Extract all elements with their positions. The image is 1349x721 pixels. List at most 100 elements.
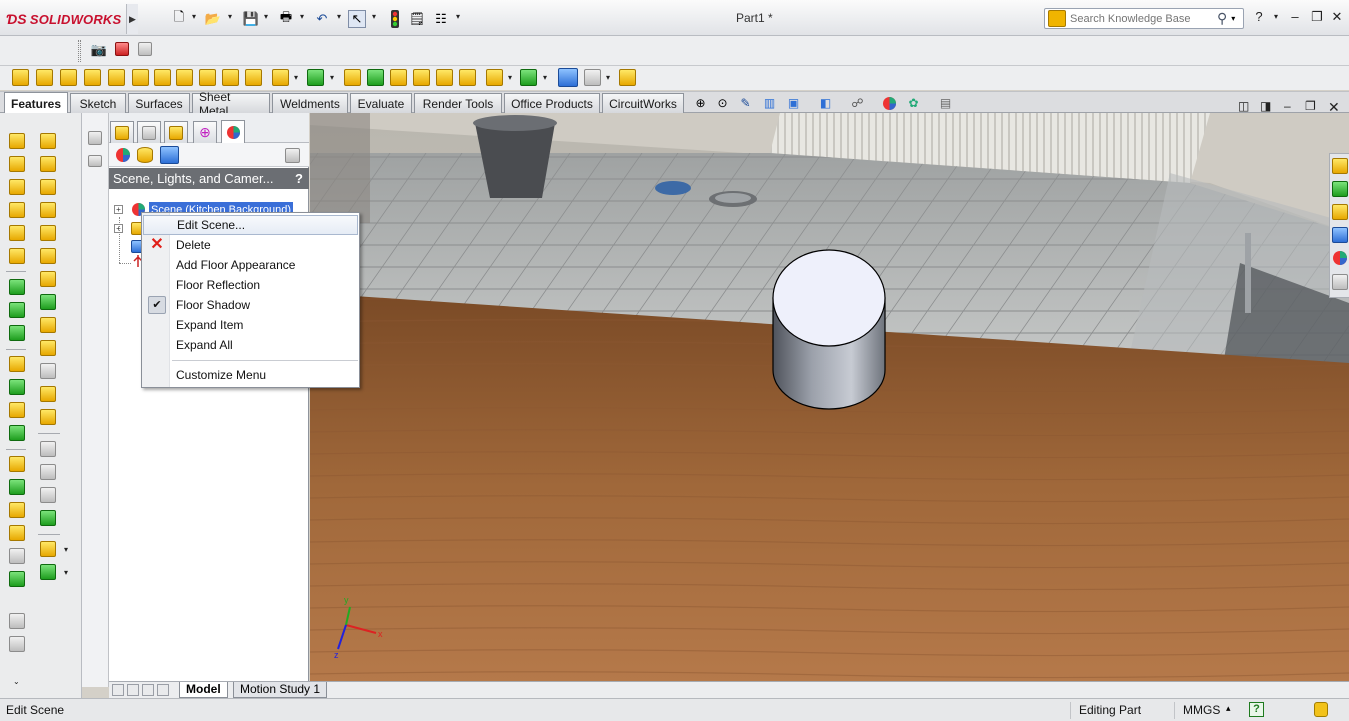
options-dropdown[interactable]: ▾: [456, 12, 460, 21]
rebuild-status-icon[interactable]: [1314, 702, 1328, 717]
cylinder-part[interactable]: [772, 249, 886, 410]
view-settings-icon[interactable]: ▤: [938, 96, 953, 111]
next-tab-icon[interactable]: [142, 684, 154, 696]
rapid-sketch-dropdown[interactable]: ▾: [606, 73, 610, 82]
wrap-column-icon[interactable]: [40, 225, 56, 241]
undo-dropdown[interactable]: ▾: [337, 12, 341, 21]
display-style-icon[interactable]: ◧: [818, 96, 833, 111]
menu-item-customize-menu[interactable]: Customize Menu: [143, 365, 358, 385]
flex-icon[interactable]: [9, 548, 25, 564]
revolved-cut-icon[interactable]: [176, 69, 193, 86]
print-icon[interactable]: 🖶: [277, 9, 295, 28]
new-document-icon[interactable]: 🗋: [170, 9, 188, 28]
freeform-column-icon[interactable]: [40, 386, 56, 402]
delete-face-icon[interactable]: [40, 363, 56, 379]
wrap-icon[interactable]: [413, 69, 430, 86]
section-view-icon[interactable]: ▥: [762, 96, 777, 111]
prev-tab-icon[interactable]: [127, 684, 139, 696]
print-dropdown[interactable]: ▾: [300, 12, 304, 21]
shell-column-icon[interactable]: [9, 402, 25, 418]
new-dropdown[interactable]: ▾: [192, 12, 196, 21]
display-manager-tab[interactable]: [221, 120, 245, 144]
first-tab-icon[interactable]: [112, 684, 124, 696]
menu-item-edit-scene[interactable]: Edit Scene...: [143, 215, 358, 235]
scale-icon[interactable]: [9, 525, 25, 541]
custom-properties-icon[interactable]: [1332, 274, 1348, 290]
resources-home-icon[interactable]: [1332, 158, 1348, 174]
viewport-close-icon[interactable]: ✕: [1328, 99, 1340, 116]
units-arrow-icon[interactable]: ▴: [1226, 703, 1231, 714]
select-dropdown[interactable]: ▾: [372, 12, 376, 21]
appearances-scenes-icon[interactable]: [1332, 250, 1348, 266]
solidworks-logo[interactable]: ƊS SOLIDWORKS: [6, 9, 121, 29]
open-folder-icon[interactable]: 📂: [204, 10, 222, 28]
view-orientation-icon[interactable]: ▣: [786, 96, 801, 111]
menu-item-expand-item[interactable]: Expand Item: [143, 315, 358, 335]
status-units[interactable]: MMGS: [1174, 702, 1220, 719]
tab-weldments[interactable]: Weldments: [272, 93, 348, 113]
expand-column-icon[interactable]: ⌄: [13, 677, 20, 686]
fillet-column-icon[interactable]: [9, 356, 25, 372]
lofted-cut-icon[interactable]: [222, 69, 239, 86]
reference-column-dropdown[interactable]: ▾: [64, 545, 68, 554]
menu-item-delete[interactable]: ✕ Delete: [143, 235, 358, 255]
options-icon[interactable]: ☷: [432, 10, 450, 28]
appearances-icon[interactable]: [115, 147, 131, 163]
search-dropdown[interactable]: ▾: [1231, 14, 1235, 23]
previous-view-icon[interactable]: ✎: [738, 96, 753, 111]
help-icon[interactable]: ?: [1250, 9, 1268, 24]
shell-icon[interactable]: [390, 69, 407, 86]
decals-icon[interactable]: [137, 147, 153, 163]
last-tab-icon[interactable]: [157, 684, 169, 696]
coordinate-system-icon[interactable]: [40, 317, 56, 333]
dome-icon[interactable]: [436, 69, 453, 86]
chamfer-icon[interactable]: [9, 379, 25, 395]
apply-scene-icon[interactable]: ✿: [906, 96, 921, 111]
extruded-cut-icon[interactable]: [132, 69, 149, 86]
reference-geometry-icon[interactable]: [486, 69, 503, 86]
display-pane-options-icon[interactable]: [285, 148, 300, 163]
hole-wizard-icon[interactable]: [154, 69, 171, 86]
zoom-to-fit-icon[interactable]: ⊕: [693, 96, 708, 111]
tab-sheet-metal[interactable]: Sheet Metal: [192, 90, 270, 118]
scene-lights-cameras-icon[interactable]: [160, 146, 179, 164]
tab-office-products[interactable]: Office Products: [504, 93, 600, 113]
mirror-icon[interactable]: [459, 69, 476, 86]
quick-tips-icon[interactable]: ?: [1249, 702, 1264, 717]
menu-item-expand-all[interactable]: Expand All: [143, 335, 358, 355]
undo-icon[interactable]: ↶: [313, 10, 331, 28]
file-properties-icon[interactable]: 🗒: [408, 10, 426, 28]
freeform-icon[interactable]: [619, 69, 636, 86]
dome-column-icon[interactable]: [40, 179, 56, 195]
cut-sweep-icon[interactable]: [9, 325, 25, 341]
sketch-icon[interactable]: [88, 131, 102, 145]
boundary-boss-icon[interactable]: [108, 69, 125, 86]
axis-icon[interactable]: [40, 294, 56, 310]
save-icon[interactable]: 💾: [242, 10, 260, 28]
curves-icon[interactable]: [520, 69, 537, 86]
deform-icon[interactable]: [9, 571, 25, 587]
menu-item-add-floor-appearance[interactable]: Add Floor Appearance: [143, 255, 358, 275]
reference-geometry-dropdown[interactable]: ▾: [508, 73, 512, 82]
surface-icon[interactable]: [40, 510, 56, 526]
edit-appearance-icon[interactable]: [882, 96, 897, 111]
close-icon[interactable]: ✕: [1328, 9, 1346, 25]
tab-model[interactable]: Model: [179, 682, 228, 698]
hide-show-items-icon[interactable]: ☍: [850, 96, 865, 111]
search-input[interactable]: [1070, 10, 1215, 27]
tab-sketch[interactable]: Sketch: [70, 93, 126, 113]
revolve-icon[interactable]: [9, 156, 25, 172]
graphics-area[interactable]: x y z: [310, 113, 1349, 681]
pattern-dropdown[interactable]: ▾: [330, 73, 334, 82]
restore-icon[interactable]: ❐: [1308, 9, 1326, 25]
lofted-boss-icon[interactable]: [84, 69, 101, 86]
search-icon[interactable]: ⚲: [1217, 10, 1227, 27]
feature-tree-tab[interactable]: [110, 121, 134, 143]
rebuild-traffic-light-icon[interactable]: [386, 10, 404, 28]
instant3d-icon[interactable]: [558, 68, 578, 87]
curves-column-dropdown[interactable]: ▾: [64, 568, 68, 577]
viewport-tile-icon[interactable]: ◨: [1260, 99, 1271, 113]
dimxpert-tab[interactable]: ⊕: [193, 121, 217, 143]
file-explorer-icon[interactable]: [1332, 204, 1348, 220]
fillet-dropdown[interactable]: ▾: [294, 73, 298, 82]
